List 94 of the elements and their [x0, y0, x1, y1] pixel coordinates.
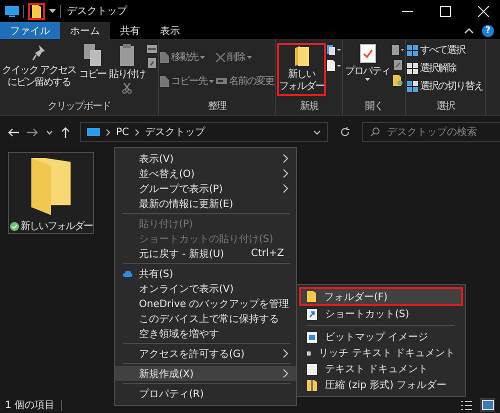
- zipper-folder-icon: [307, 380, 317, 390]
- blank-document-icon: [307, 364, 317, 374]
- up-icon[interactable]: [61, 126, 70, 138]
- quick-access-folder-button[interactable]: [28, 2, 45, 20]
- item-count: 1 個の項目: [5, 399, 55, 412]
- scissors-icon[interactable]: [122, 83, 132, 94]
- paste-button[interactable]: 貼り付け: [108, 43, 146, 82]
- document-icon: [160, 52, 170, 62]
- menu-item[interactable]: リッチ テキスト ドキュメント: [299, 345, 463, 361]
- folder-name: 新しいフォルダー: [20, 220, 92, 233]
- menu-item[interactable]: 並べ替え(O): [115, 166, 296, 181]
- menu-item[interactable]: OneDrive のバックアップを管理: [115, 296, 296, 311]
- close-icon: [478, 6, 488, 16]
- ribbon-tab[interactable]: ホーム: [60, 22, 110, 39]
- document-icon: [160, 76, 170, 86]
- forward-icon[interactable]: [27, 128, 38, 136]
- list-icon: [461, 400, 472, 410]
- grid-icon: [407, 62, 418, 74]
- folder-icon: [32, 4, 41, 18]
- group-label: 開く: [364, 100, 384, 114]
- ribbon-tab[interactable]: ファイル: [0, 22, 60, 39]
- group-label: 選択: [436, 100, 456, 114]
- large-icons-view-button[interactable]: [480, 398, 495, 412]
- back-icon[interactable]: [8, 128, 19, 136]
- grid-icon: [407, 44, 418, 56]
- copy-icon: [84, 44, 102, 66]
- ribbon-tab[interactable]: 表示: [150, 22, 190, 39]
- menu-item[interactable]: 空き領域を増やす: [115, 326, 296, 341]
- edit-icon[interactable]: [394, 60, 402, 70]
- folder-icon: [31, 158, 71, 215]
- menu-item[interactable]: 圧縮 (zip 形式) フォルダー: [299, 377, 463, 393]
- menu-item[interactable]: 最新の情報に更新(E): [115, 196, 296, 211]
- maximize-icon: [440, 6, 450, 16]
- pc-icon: [87, 128, 100, 136]
- open-icon[interactable]: [392, 45, 404, 55]
- chevron-down-icon[interactable]: [313, 130, 321, 134]
- details-view-button[interactable]: [459, 398, 474, 412]
- menu-item[interactable]: 表示(V): [115, 151, 296, 166]
- pc-icon: [5, 6, 19, 16]
- menu-item[interactable]: オンラインで表示(V): [115, 281, 296, 296]
- folder-icon: [294, 46, 309, 66]
- select-button[interactable]: 選択解除: [407, 60, 456, 76]
- select-button[interactable]: すべて選択: [407, 42, 466, 58]
- folder-item[interactable]: 新しいフォルダー: [8, 152, 94, 234]
- breadcrumb[interactable]: デスクトップ: [145, 125, 206, 139]
- window-title: デスクトップ: [66, 4, 127, 18]
- select-button[interactable]: 選択の切り替え: [407, 78, 484, 94]
- checkmark-document-icon: [360, 44, 376, 63]
- menu-item[interactable]: プロパティ(R): [115, 386, 296, 401]
- menu-item[interactable]: 元に戻す - 新規(U) Ctrl+Z: [115, 246, 296, 261]
- menu-item[interactable]: ショートカット(S): [299, 306, 463, 322]
- search-icon: [370, 127, 380, 137]
- chevron-right-icon: [135, 128, 140, 136]
- group-label: 整理: [207, 100, 228, 114]
- grid-icon: [407, 80, 418, 92]
- new-item-icon[interactable]: [327, 45, 342, 55]
- window-icon: [482, 400, 494, 410]
- collapse-ribbon-icon[interactable]: [464, 28, 474, 34]
- group-label: 新規: [299, 100, 320, 114]
- rename-icon: [216, 78, 228, 84]
- address-bar[interactable]: PC デスクトップ: [80, 122, 328, 142]
- menu-item[interactable]: 新規作成(X): [115, 366, 296, 381]
- menu-item[interactable]: 共有(S): [115, 266, 296, 281]
- menu-item[interactable]: テキスト ドキュメント: [299, 361, 463, 377]
- document-icon[interactable]: [327, 60, 342, 71]
- minimize-icon: [402, 10, 412, 12]
- properties-button[interactable]: プロパティ: [344, 43, 392, 82]
- chevron-right-icon: [106, 128, 110, 136]
- caret-icon: [365, 78, 370, 81]
- menu-item[interactable]: ビットマップ イメージ: [299, 329, 463, 345]
- pin-icon: [32, 44, 46, 62]
- breadcrumb[interactable]: PC: [116, 126, 130, 138]
- shortcut-arrow-icon: [307, 308, 317, 320]
- copy-path-icon[interactable]: [147, 45, 158, 53]
- x-icon: [216, 52, 226, 62]
- search-field[interactable]: デスクトップの検索: [362, 122, 500, 142]
- refresh-icon[interactable]: [340, 127, 350, 137]
- menu-item[interactable]: アクセスを許可する(G): [115, 346, 296, 361]
- folder-icon: [307, 291, 316, 302]
- cloud-icon: [123, 271, 133, 277]
- image-document-icon: [307, 332, 317, 342]
- menu-item[interactable]: グループで表示(P): [115, 181, 296, 196]
- pin-to-quick-access-button[interactable]: クイック アクセス にピン留めする: [1, 43, 78, 90]
- menu-item[interactable]: このデバイス上で常に保持する: [115, 311, 296, 326]
- ribbon-tab[interactable]: 共有: [110, 22, 150, 39]
- history-icon[interactable]: [393, 75, 404, 86]
- menu-item[interactable]: フォルダー(F): [299, 287, 463, 306]
- caret-icon[interactable]: [49, 8, 56, 14]
- group-label: クリップボード: [46, 100, 112, 114]
- copy-button[interactable]: コピー: [78, 43, 108, 82]
- help-button[interactable]: ?: [482, 24, 494, 36]
- chevron-down-icon[interactable]: [46, 130, 53, 134]
- clipboard-icon: [120, 44, 134, 66]
- paste-shortcut-icon[interactable]: [148, 58, 156, 68]
